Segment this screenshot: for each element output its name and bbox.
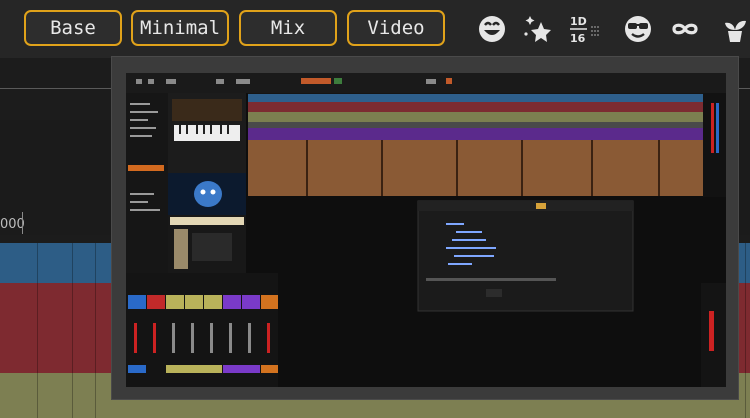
grid-line bbox=[72, 243, 73, 418]
plant-icon[interactable] bbox=[718, 12, 750, 46]
top-toolbar: Base Minimal Mix Video 1D 16 bbox=[0, 0, 750, 58]
layout-preview-popup bbox=[111, 56, 739, 400]
grid-line bbox=[37, 243, 38, 418]
layout-base-button[interactable]: Base bbox=[24, 10, 122, 46]
infinity-icon[interactable] bbox=[668, 12, 702, 46]
layout-minimal-button[interactable]: Minimal bbox=[131, 10, 229, 46]
layout-mix-button[interactable]: Mix bbox=[239, 10, 337, 46]
grid-note-icon[interactable]: 1D 16 bbox=[567, 12, 601, 46]
svg-text:1D: 1D bbox=[570, 15, 587, 28]
svg-text:16: 16 bbox=[570, 32, 586, 45]
ruler-tick bbox=[22, 212, 23, 234]
sunglasses-icon[interactable] bbox=[621, 12, 655, 46]
smiley-icon[interactable] bbox=[475, 12, 509, 46]
sparkle-star-icon[interactable] bbox=[521, 12, 555, 46]
grid-line bbox=[745, 243, 746, 418]
layout-video-button[interactable]: Video bbox=[347, 10, 445, 46]
layout-preview-thumbnail bbox=[126, 73, 726, 387]
grid-line bbox=[95, 243, 96, 418]
